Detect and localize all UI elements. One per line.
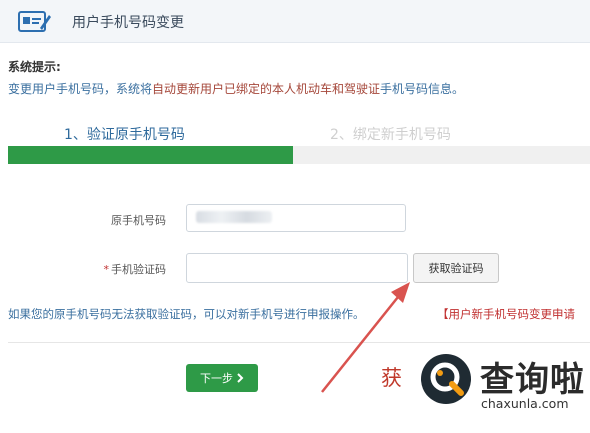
watermark-title: 查询啦 <box>480 360 585 400</box>
magnifier-logo <box>421 354 471 404</box>
watermark-domain: chaxunla.com <box>481 396 569 411</box>
